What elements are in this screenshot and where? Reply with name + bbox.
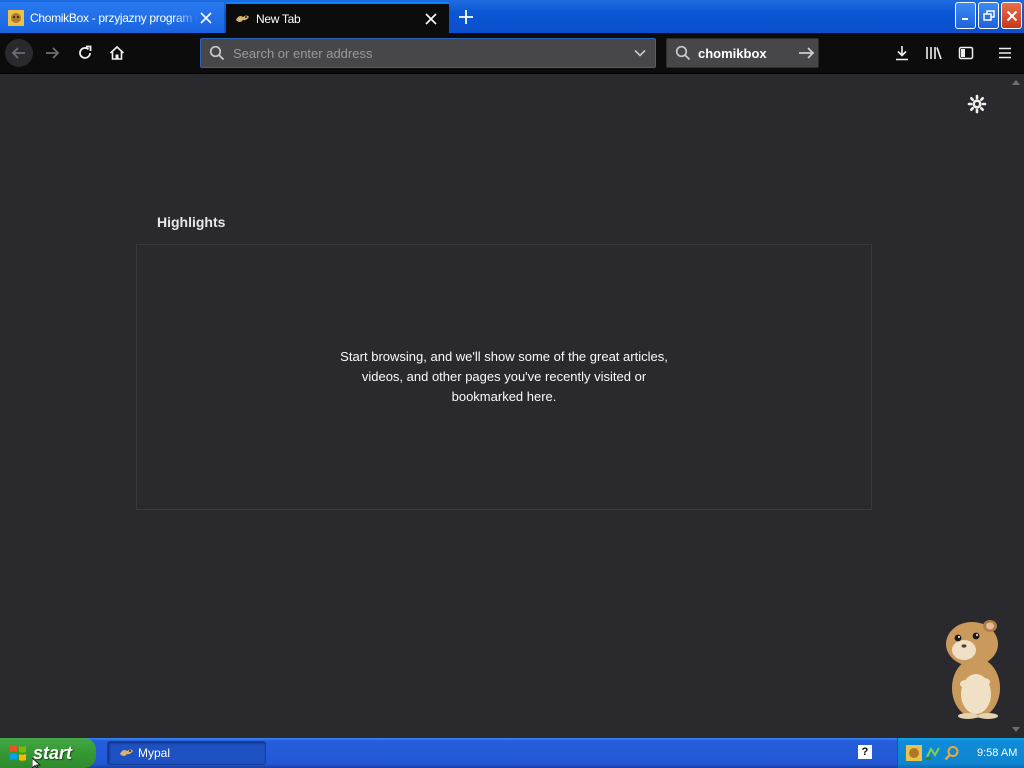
tab-chomikbox[interactable]: ChomikBox - przyjazny program ułatwiając… [0, 2, 224, 33]
navigation-toolbar [0, 33, 1024, 74]
close-window-icon[interactable] [1001, 2, 1022, 29]
restore-window-icon[interactable] [978, 2, 999, 29]
highlights-heading: Highlights [157, 214, 226, 230]
mypal-favicon-icon [236, 15, 249, 22]
highlights-empty-state: Start browsing, and we'll show some of t… [136, 244, 872, 510]
new-tab-plus-icon[interactable] [455, 6, 477, 28]
back-arrow-icon[interactable] [5, 39, 33, 67]
search-icon [675, 45, 691, 61]
search-bar[interactable] [666, 38, 819, 68]
downloads-icon[interactable] [891, 42, 913, 64]
new-tab-page: Highlights Start browsing, and we'll sho… [0, 74, 1008, 738]
scroll-up-arrow-icon[interactable] [1008, 74, 1024, 90]
close-tab-icon[interactable] [198, 10, 214, 26]
search-icon [209, 45, 225, 61]
system-tray: 9:58 AM [897, 738, 1024, 768]
tab-title: New Tab [256, 11, 301, 26]
taskbar-item-label: Mypal [138, 746, 171, 760]
hamster-mascot-icon [946, 620, 1000, 719]
network-tray-icon[interactable] [925, 745, 941, 761]
windows-taskbar: start Mypal ? 9:58 AM [0, 738, 1024, 768]
windows-logo-icon [10, 745, 26, 761]
hamburger-menu-icon[interactable] [994, 42, 1016, 64]
library-icon[interactable] [923, 42, 945, 64]
forward-arrow-icon[interactable] [38, 39, 66, 67]
search-input[interactable] [698, 40, 792, 66]
tab-title: ChomikBox - przyjazny program ułatwiając… [30, 10, 198, 25]
vertical-scrollbar[interactable] [1008, 74, 1024, 738]
chevron-down-icon[interactable] [633, 46, 647, 60]
gear-icon[interactable] [967, 94, 987, 114]
mouse-pointer-icon [32, 758, 42, 768]
scroll-down-arrow-icon[interactable] [1008, 722, 1024, 738]
go-arrow-icon[interactable] [798, 45, 816, 61]
reload-icon[interactable] [71, 39, 99, 67]
taskbar-item-mypal[interactable]: Mypal [107, 741, 266, 765]
mypal-icon [120, 749, 133, 756]
sidebar-toggle-icon[interactable] [955, 42, 977, 64]
tab-new-tab[interactable]: New Tab [226, 2, 449, 33]
minimize-window-icon[interactable] [955, 2, 976, 29]
help-icon[interactable]: ? [858, 745, 872, 759]
magnifier-tray-icon[interactable] [944, 745, 960, 761]
start-button[interactable]: start [0, 738, 96, 768]
home-icon[interactable] [103, 39, 131, 67]
address-bar[interactable] [200, 38, 656, 68]
url-input[interactable] [233, 40, 633, 66]
empty-state-message: Start browsing, and we'll show some of t… [340, 349, 668, 404]
chomikbox-favicon-icon [8, 9, 24, 26]
clock: 9:58 AM [977, 747, 1018, 759]
chomikbox-tray-icon[interactable] [906, 745, 922, 761]
close-tab-icon[interactable] [423, 11, 439, 27]
title-bar: ChomikBox - przyjazny program ułatwiając… [0, 0, 1024, 33]
